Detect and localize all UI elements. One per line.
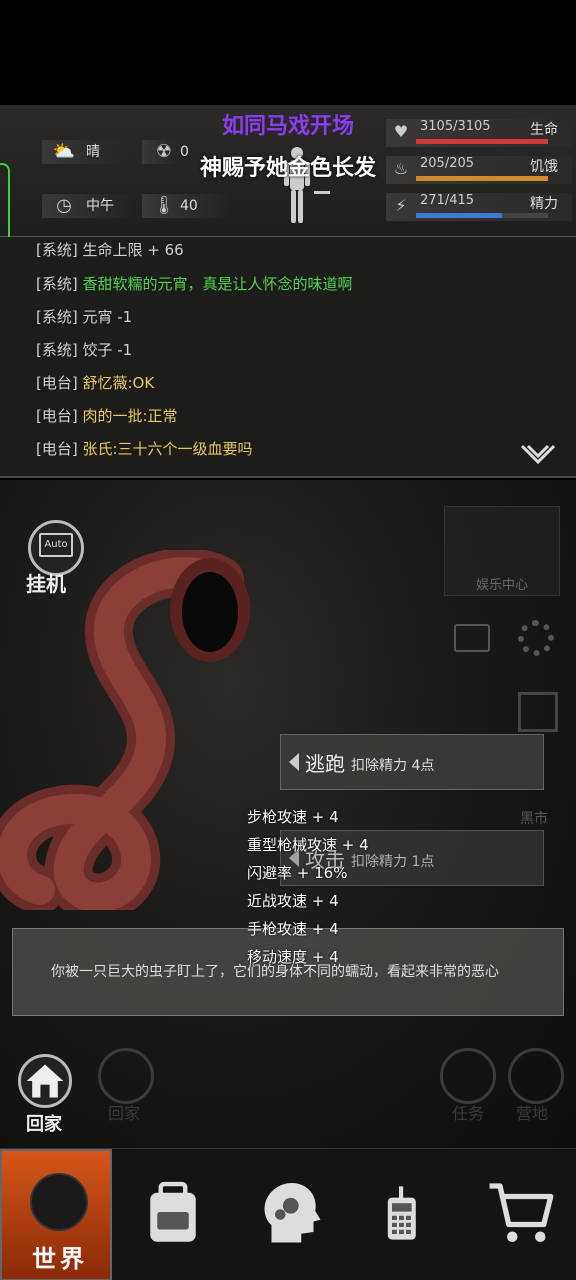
log-line: [电台] 肉的一批:正常 [36, 407, 178, 425]
buff-item: 近战攻速 + 4 [247, 892, 339, 910]
energy-value: 271/415 [420, 193, 475, 208]
temperature-value: 40 [180, 198, 198, 214]
energy-bar-fill [416, 213, 502, 218]
radio-icon [387, 1186, 416, 1240]
time-value: 中午 [86, 198, 114, 214]
buff-item: 移动速度 + 4 [247, 948, 339, 966]
nav-backpack-tab[interactable] [116, 1149, 228, 1280]
task-label: 任务 [452, 1104, 485, 1123]
body-minus-mark [314, 191, 330, 194]
auto-battle-label: 挂机 [26, 572, 66, 596]
world-avatar-icon [30, 1173, 88, 1231]
bottom-nav: 世界 [0, 1148, 576, 1280]
buff-item: 闪避率 + 16% [247, 864, 348, 882]
log-line: [系统] 饺子 -1 [36, 341, 133, 359]
arrow-left-icon [289, 753, 299, 771]
nav-skills-tab[interactable] [232, 1149, 344, 1280]
battle-scene: Auto 挂机 娱乐中心 黑市 逃跑 扣除精力 4点 攻击 扣除精力 1点 你被… [0, 480, 576, 1148]
chevron-down-icon[interactable] [520, 442, 556, 466]
overlay-title-line2: 神赐予她金色长发 [199, 156, 376, 181]
task-button[interactable] [440, 1048, 496, 1104]
flee-label: 逃跑 [305, 752, 345, 776]
top-black-band [0, 0, 576, 105]
cart-icon [489, 1183, 554, 1242]
home-label: 回家 [26, 1114, 62, 1135]
clock-icon: ◷ [56, 195, 72, 216]
log-line: [系统] 元宵 -1 [36, 308, 133, 326]
gift-icon[interactable] [518, 692, 558, 732]
flee-button[interactable]: 逃跑 扣除精力 4点 [280, 734, 544, 790]
buff-list: 步枪攻速 + 4 重型枪械攻速 + 4 闪避率 + 16% 近战攻速 + 4 手… [247, 803, 369, 971]
buff-item: 重型枪械攻速 + 4 [247, 836, 369, 854]
message-log[interactable]: [系统] 生命上限 + 66 [系统] 香甜软糯的元宵，真是让人怀念的味道啊 [… [0, 237, 576, 478]
auto-monitor-icon: Auto [39, 533, 73, 557]
energy-label: 精力 [530, 196, 558, 212]
energy-icon: ⚡ [395, 196, 407, 215]
faded-home-button[interactable] [98, 1048, 154, 1104]
log-line: [电台] 舒忆薇:OK [36, 374, 155, 392]
log-line: [系统] 生命上限 + 66 [36, 241, 184, 259]
black-market-label[interactable]: 黑市 [520, 808, 548, 828]
camp-label: 营地 [516, 1104, 549, 1123]
nav-world-label: 世界 [32, 1245, 88, 1273]
mail-icon[interactable] [454, 624, 490, 652]
faded-home-label: 回家 [108, 1104, 141, 1123]
temperature-indicator: 🌡 40 [142, 194, 232, 218]
time-indicator: ◷ 中午 [42, 194, 134, 218]
flee-cost: 扣除精力 4点 [351, 758, 435, 774]
log-line: [电台] 张氏:三十六个一级血要吗 [36, 440, 253, 458]
house-icon [26, 1064, 64, 1098]
backpack-icon [150, 1181, 196, 1242]
buff-item: 步枪攻速 + 4 [247, 808, 339, 826]
energy-stat: ⚡ 271/415 精力 [386, 193, 572, 221]
thermometer-icon: 🌡 [152, 195, 176, 216]
nav-radio-tab[interactable] [348, 1149, 460, 1280]
nav-world-tab[interactable]: 世界 [0, 1149, 112, 1280]
camp-button[interactable] [508, 1048, 564, 1104]
energy-bar [416, 213, 548, 218]
gear-icon[interactable] [518, 620, 554, 656]
entertainment-center-label: 娱乐中心 [476, 578, 529, 593]
giant-worm-enemy [0, 550, 250, 910]
log-line: [系统] 香甜软糯的元宵，真是让人怀念的味道啊 [36, 275, 353, 293]
buff-item: 手枪攻速 + 4 [247, 920, 339, 938]
nav-shop-tab[interactable] [464, 1149, 576, 1280]
overlay-title-line1: 如同马戏开场 [221, 114, 354, 139]
home-button[interactable] [18, 1054, 72, 1108]
skills-head-icon [264, 1183, 321, 1243]
